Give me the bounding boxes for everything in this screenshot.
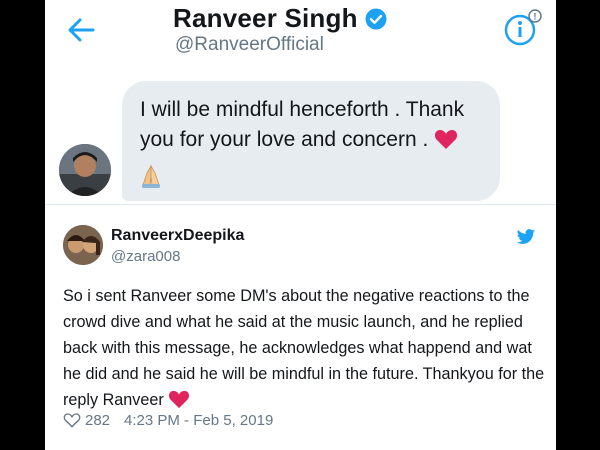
message-text: I will be mindful henceforth . Thank you… (140, 98, 465, 151)
heart-outline-icon[interactable] (63, 411, 81, 429)
like-count[interactable]: 282 (85, 412, 110, 429)
tweet-meta: 282 4:23 PM - Feb 5, 2019 (63, 411, 273, 429)
dm-message-area: I will be mindful henceforth . Thank you… (45, 72, 556, 205)
avatar[interactable] (59, 144, 111, 196)
info-icon[interactable]: ! (502, 8, 542, 48)
red-heart-icon (169, 390, 190, 409)
tweet-author-handle[interactable]: @zara008 (111, 248, 180, 265)
red-heart-icon (435, 130, 458, 149)
contact-handle: @RanveerOfficial (175, 34, 324, 55)
contact-name: Ranveer Singh (173, 3, 358, 33)
contact-name-row: Ranveer Singh (173, 3, 388, 34)
tweet-card[interactable]: RanveerxDeepika @zara008 So i sent Ranve… (45, 205, 556, 450)
avatar-photo (63, 225, 103, 265)
message-bubble[interactable]: I will be mindful henceforth . Thank you… (122, 81, 500, 201)
screenshot-frame: Ranveer Singh @RanveerOfficial ! I will … (45, 0, 556, 450)
avatar[interactable] (63, 225, 103, 265)
folded-hands-icon (142, 164, 160, 188)
tweet-text: So i sent Ranveer some DM's about the ne… (63, 287, 545, 409)
twitter-bird-icon[interactable] (516, 227, 536, 247)
svg-text:!: ! (534, 12, 537, 22)
avatar-photo (59, 144, 111, 196)
back-arrow-icon[interactable] (63, 12, 99, 48)
message-text-wrap: I will be mindful henceforth . Thank you… (140, 95, 490, 155)
tweet-text-wrap: So i sent Ranveer some DM's about the ne… (63, 283, 547, 413)
verified-badge-icon (365, 8, 387, 29)
dm-conversation-header: Ranveer Singh @RanveerOfficial ! (45, 0, 556, 73)
tweet-author-name[interactable]: RanveerxDeepika (111, 227, 244, 245)
tweet-timestamp[interactable]: 4:23 PM - Feb 5, 2019 (124, 412, 273, 429)
